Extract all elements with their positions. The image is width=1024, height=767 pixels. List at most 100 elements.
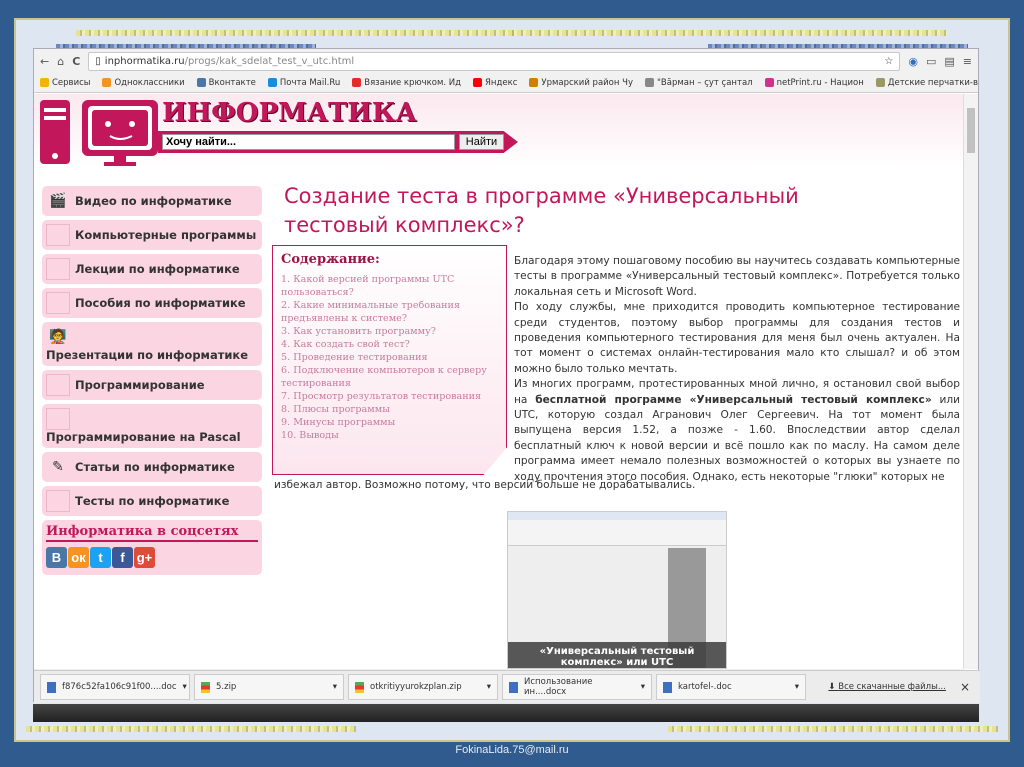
bookmark-item[interactable]: Почта Mail.Ru (267, 77, 341, 88)
bookmark-icon (352, 77, 362, 87)
download-name: Использование ин....docx (524, 677, 593, 697)
cast-icon[interactable]: ▤ (944, 55, 954, 68)
article-image[interactable]: «Универсальный тестовый комплекс» или UT… (507, 511, 727, 669)
chat-icon[interactable]: ▭ (926, 55, 936, 68)
home-icon[interactable]: ⌂ (57, 55, 64, 68)
vertical-scrollbar[interactable] (963, 94, 978, 669)
sidebar-item-label: Тесты по информатике (75, 494, 230, 508)
close-downloads-button[interactable]: × (960, 680, 970, 694)
search-button[interactable]: Найти (459, 134, 504, 150)
doc-file-icon (47, 681, 56, 693)
social-3-button[interactable]: f (112, 547, 133, 568)
sidebar-item[interactable]: Компьютерные программы (42, 220, 262, 250)
extension-icon[interactable]: ◉ (908, 55, 918, 68)
taskbar (33, 704, 979, 722)
bookmark-label: Сервисы (52, 77, 91, 88)
social-2-button[interactable]: t (90, 547, 111, 568)
download-item[interactable]: Использование ин....docx ▾ (502, 674, 652, 700)
scrollbar-thumb[interactable] (967, 108, 975, 153)
doc-file-icon (663, 681, 672, 693)
toc-link[interactable]: 4. Как создать свой тест? (281, 338, 498, 351)
sidebar-item-label: Видео по информатике (75, 194, 232, 208)
browser-window: ← ⌂ C ▯ inphormatika.ru/progs/kak_sdelat… (33, 48, 980, 703)
sidebar-item[interactable]: ✎ Статьи по информатике (42, 452, 262, 482)
bookmark-icon (875, 77, 885, 87)
back-icon[interactable]: ← (40, 55, 49, 68)
chevron-down-icon[interactable]: ▾ (641, 682, 645, 692)
social-1-button[interactable]: ок (68, 547, 89, 568)
download-name: otkritiyyurokzplan.zip (370, 682, 462, 692)
social-4-button[interactable]: g+ (134, 547, 155, 568)
sidebar-item[interactable]: Программирование (42, 370, 262, 400)
zip-file-icon (201, 681, 210, 693)
bookmark-item[interactable]: Сервисы (40, 77, 91, 88)
bookmark-label: Урмарский район Чу (541, 77, 634, 88)
bookmark-label: Почта Mail.Ru (279, 77, 341, 88)
sidebar-item[interactable]: Лекции по информатике (42, 254, 262, 284)
toc-link[interactable]: 7. Просмотр результатов тестирования (281, 390, 498, 403)
bookmark-item[interactable]: Урмарский район Чу (529, 77, 634, 88)
download-item[interactable]: kartofel-.doc ▾ (656, 674, 806, 700)
bookmark-icon (529, 77, 539, 87)
menu-icon[interactable]: ≡ (963, 55, 972, 68)
bookmark-item[interactable]: Одноклассники (102, 77, 185, 88)
toc-link[interactable]: 6. Подключение компьютеров к серверу тес… (281, 364, 498, 390)
bookmark-icon (102, 77, 112, 87)
bookmark-item[interactable]: Вязание крючком. Ид (352, 77, 461, 88)
toc-link[interactable]: 5. Проведение тестирования (281, 351, 498, 364)
toc-link[interactable]: 10. Выводы (281, 429, 498, 442)
decor-border (668, 726, 998, 732)
sidebar: 🎬 Видео по информатике Компьютерные програ… (42, 186, 262, 575)
chevron-down-icon[interactable]: ▾ (333, 682, 337, 692)
site-logo-icon (40, 100, 158, 166)
bookmark-item[interactable]: netPrint.ru - Национ (764, 77, 864, 88)
bookmark-item[interactable]: Яндекс (473, 77, 517, 88)
toc-link[interactable]: 9. Минусы программы (281, 416, 498, 429)
paragraph: Благодаря этому пошаговому пособию вы на… (514, 255, 960, 298)
browser-toolbar: ← ⌂ C ▯ inphormatika.ru/progs/kak_sdelat… (34, 49, 978, 73)
toc-link[interactable]: 3. Как установить программу? (281, 325, 498, 338)
sidebar-item[interactable]: Программирование на Pascal (42, 404, 262, 448)
paragraph-tail: избежал автор. Возможно потому, что верс… (274, 479, 696, 491)
toc-link[interactable]: 8. Плюсы программы (281, 403, 498, 416)
decor-border (508, 30, 948, 36)
address-bar[interactable]: ▯ inphormatika.ru/progs/kak_sdelat_test_… (88, 51, 901, 71)
toc-link[interactable]: 2. Какие минимальные требования предъявл… (281, 299, 498, 325)
sidebar-item[interactable]: 🎬 Видео по информатике (42, 186, 262, 216)
site-search: Найти (158, 131, 518, 153)
bookmark-icon (196, 77, 206, 87)
chevron-down-icon[interactable]: ▾ (487, 682, 491, 692)
sidebar-item[interactable]: Тесты по информатике (42, 486, 262, 516)
bookmark-item[interactable]: Вконтакте (196, 77, 256, 88)
social-0-button[interactable]: В (46, 547, 67, 568)
star-icon[interactable]: ☆ (884, 56, 893, 67)
nav-item-icon (46, 490, 70, 512)
web-page: ИНФОРМАТИКА Найти 🎬 Видео по информатике К… (34, 94, 964, 669)
sidebar-item[interactable]: 🧑‍🏫 Презентации по информатике (42, 322, 262, 366)
bookmark-item[interactable]: "Вăрман – çут çантал (645, 77, 753, 88)
paragraph: Из многих программ, протестированных мно… (514, 377, 960, 485)
search-input[interactable] (162, 134, 455, 150)
social-title: Информатика в соцсетях (46, 524, 258, 542)
download-name: f876c52fa106c91f00....doc (62, 682, 177, 692)
download-name: 5.zip (216, 682, 237, 692)
download-item[interactable]: 5.zip ▾ (194, 674, 344, 700)
all-downloads-label: Все скачанные файлы... (838, 682, 946, 692)
footer-email: FokinaLida.75@mail.ru (455, 744, 569, 756)
download-item[interactable]: otkritiyyurokzplan.zip ▾ (348, 674, 498, 700)
sidebar-item[interactable]: Пособия по информатике (42, 288, 262, 318)
reload-icon[interactable]: C (72, 55, 80, 68)
sidebar-item-label: Программирование на Pascal (46, 430, 241, 444)
screenshot-toolbar (508, 520, 726, 546)
chevron-down-icon[interactable]: ▾ (183, 682, 187, 692)
sidebar-item-label: Программирование (75, 378, 205, 392)
bookmark-icon (764, 77, 774, 87)
chevron-down-icon[interactable]: ▾ (795, 682, 799, 692)
download-item[interactable]: f876c52fa106c91f00....doc ▾ (40, 674, 190, 700)
all-downloads-link[interactable]: ⬇ Все скачанные файлы... (828, 682, 946, 692)
bookmark-icon (473, 77, 483, 87)
social-block: Информатика в соцсетях Вок t f g+ (42, 520, 262, 575)
toc-link[interactable]: 1. Какой версией программы UTC пользоват… (281, 273, 498, 299)
site-title[interactable]: ИНФОРМАТИКА (162, 98, 417, 128)
bookmark-item[interactable]: Детские перчатки-в (875, 77, 978, 88)
